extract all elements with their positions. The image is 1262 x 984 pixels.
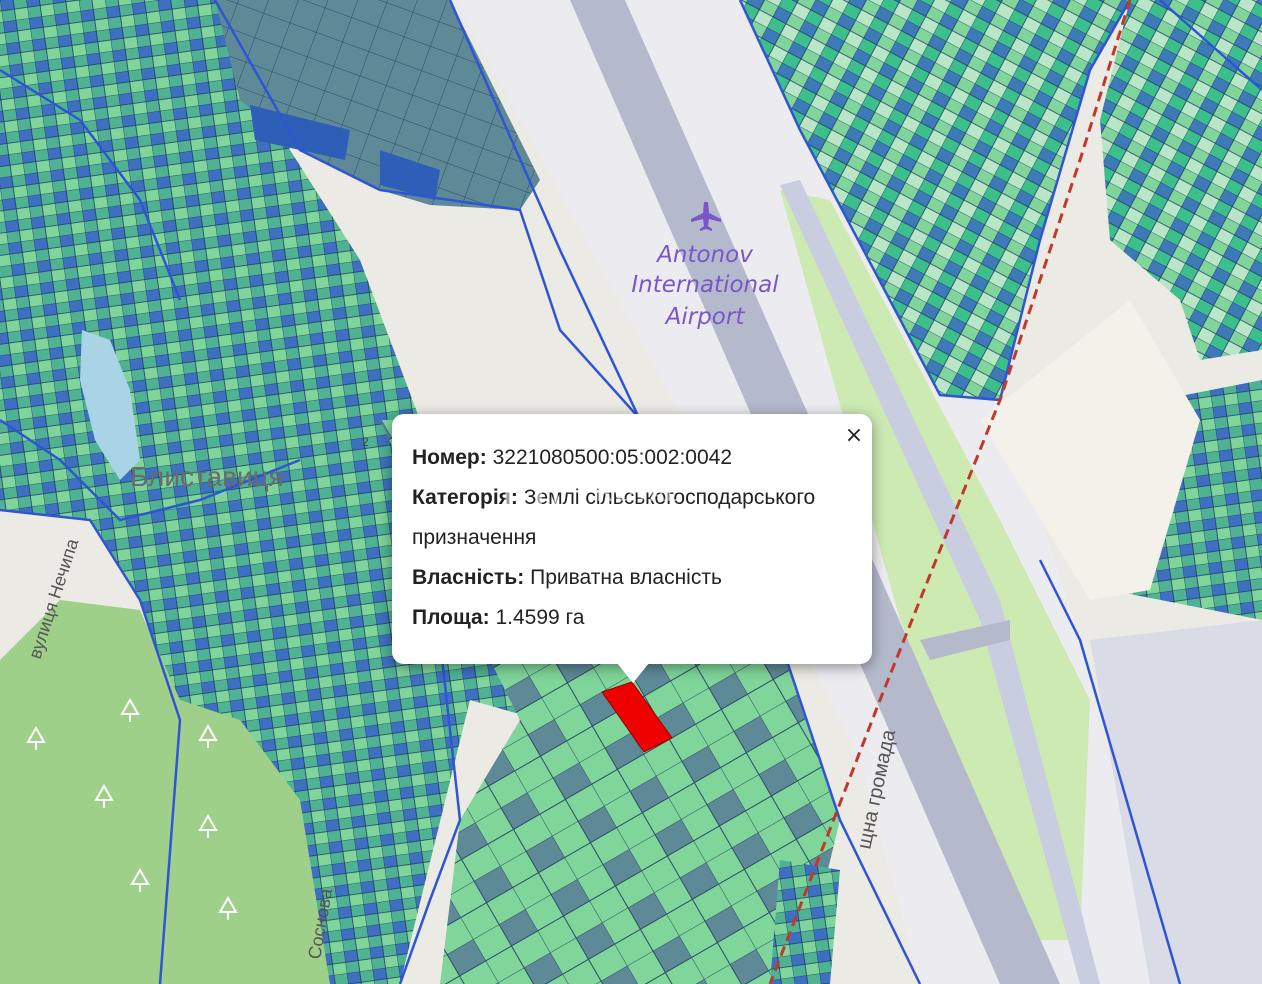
category-label: Категорія: [412, 486, 518, 509]
close-popup-button[interactable]: × [842, 424, 866, 448]
ownership-value: Приватна власність [530, 566, 722, 589]
area-row: Площа: 1.4599 га [412, 598, 852, 638]
small-number-label: 2 [362, 435, 369, 449]
airport-label-line1: Antonov [655, 242, 753, 268]
category-row: Категорія: Землі сільськогосподарського … [412, 478, 852, 558]
number-value: 3221080500:05:002:0042 [492, 446, 733, 469]
airport-label-line3: Airport [664, 304, 746, 330]
number-label: Номер: [412, 446, 487, 469]
airport-label-line2: International [631, 272, 779, 298]
village-label: Блиставиця [130, 461, 284, 492]
parcel-info-popup: × Номер: 3221080500:05:002:0042 Категорі… [392, 414, 872, 664]
popup-pointer [617, 663, 649, 683]
ownership-row: Власність: Приватна власність [412, 558, 852, 598]
area-label: Площа: [412, 606, 490, 629]
parcels-southeast [770, 860, 840, 984]
number-row: Номер: 3221080500:05:002:0042 [412, 438, 852, 478]
area-value: 1.4599 га [495, 606, 585, 629]
ownership-label: Власність: [412, 566, 525, 589]
